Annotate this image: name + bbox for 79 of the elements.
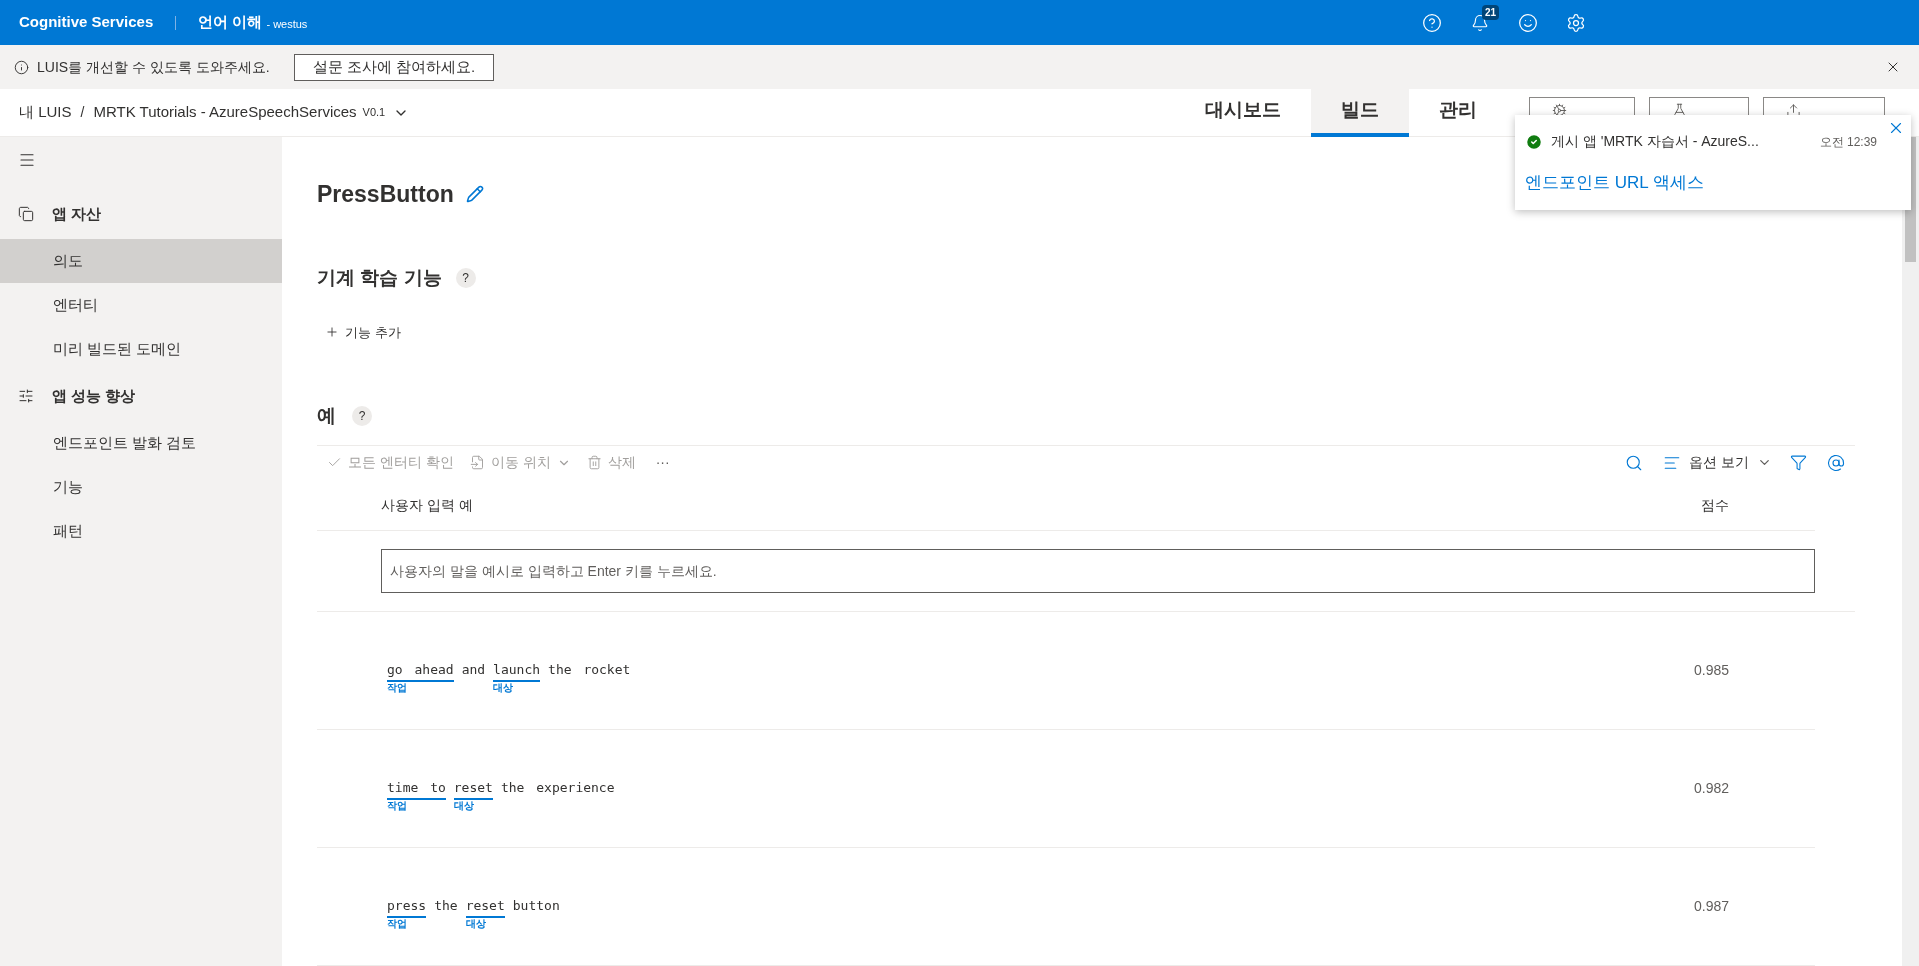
upload-icon	[1786, 103, 1801, 118]
entity-underline	[387, 679, 454, 682]
success-icon	[1525, 132, 1543, 151]
utterance-input[interactable]: 사용자의 말을 예시로 입력하고 Enter 키를 누르세요.	[381, 549, 1815, 593]
plus-icon	[325, 325, 339, 340]
entity-label[interactable]: 작업	[387, 681, 454, 694]
utterance-text: button	[512, 897, 560, 915]
section-heading: 예	[317, 404, 336, 428]
menu-icon[interactable]	[18, 151, 36, 169]
sidebar-item[interactable]: 미리 빌드된 도메인	[0, 327, 282, 371]
sidebar-item[interactable]: 엔드포인트 발화 검토	[0, 421, 282, 465]
view-options-button[interactable]: 옵션 보기	[1663, 452, 1772, 474]
trash-icon	[586, 455, 602, 471]
sidebar-item[interactable]: 의도	[0, 239, 282, 283]
entity-label[interactable]: 대상	[453, 799, 493, 812]
breadcrumb-link[interactable]: 내 LUIS	[19, 101, 72, 124]
brand-title[interactable]: Cognitive Services	[19, 11, 154, 34]
smiley-icon[interactable]	[1518, 12, 1538, 33]
more-button[interactable]: ···	[655, 452, 670, 474]
search-icon[interactable]	[1625, 453, 1644, 472]
gears-icon	[1552, 103, 1567, 118]
notification-time: 오전 12:39	[1819, 133, 1877, 151]
sidebar-item[interactable]: 패턴	[0, 509, 282, 553]
entity-underline	[493, 679, 541, 682]
service-title[interactable]: 언어 이해	[198, 11, 263, 34]
entity-underline	[465, 915, 505, 918]
score-text: 0.985	[1693, 661, 1729, 680]
section-icon	[18, 206, 34, 222]
add-feature-button[interactable]: 기능 추가	[325, 322, 401, 342]
utterance-text: launch	[493, 661, 541, 679]
at-sign-icon[interactable]	[1827, 453, 1845, 472]
document-icon	[469, 455, 485, 471]
section-title[interactable]: 앱 자산	[52, 202, 102, 226]
flask-icon	[1672, 103, 1687, 118]
entity-label[interactable]: 작업	[387, 799, 446, 812]
column-header: 사용자 입력 예	[381, 495, 474, 515]
help-icon[interactable]	[1422, 12, 1442, 33]
entity-underline	[387, 915, 427, 918]
column-header: 점수	[1701, 495, 1729, 515]
utterance-text: the experience	[500, 779, 615, 797]
intent-title: PressButton	[317, 179, 454, 209]
utterance-text: time to	[387, 779, 446, 797]
entity-underline	[453, 797, 493, 800]
survey-message: LUIS를 개선할 수 있도록 도와주세요.	[37, 57, 270, 77]
sidebar-item[interactable]: 기능	[0, 465, 282, 509]
entity-label[interactable]: 대상	[493, 681, 541, 694]
survey-button[interactable]: 설문 조사에 참여하세요.	[293, 53, 495, 81]
utterance-text: the rocket	[548, 661, 631, 679]
utterance-text: the	[434, 897, 458, 915]
section-heading: 기계 학습 기능	[317, 266, 442, 290]
version-text: V0.1	[362, 105, 386, 121]
region-text: - westus	[266, 16, 308, 32]
nav-tab[interactable]: 관리	[1409, 88, 1507, 137]
utterance-text: reset	[453, 779, 493, 797]
notification-message: 게시 앱 'MRTK 자습서 - AzureS...	[1551, 132, 1760, 151]
help-badge[interactable]: ?	[455, 268, 476, 289]
notification-count: 21	[1482, 4, 1500, 20]
utterance-text: and	[461, 661, 486, 679]
score-text: 0.987	[1693, 897, 1729, 916]
utterance-text: go ahead	[387, 661, 454, 679]
breadcrumb-separator: /	[80, 103, 85, 122]
help-badge[interactable]: ?	[352, 406, 372, 427]
utterance-text: reset	[465, 897, 505, 915]
edit-icon[interactable]	[465, 185, 484, 203]
nav-tab[interactable]: 빌드	[1311, 88, 1409, 137]
entity-underline	[387, 797, 446, 800]
nav-tab[interactable]: 대시보드	[1175, 88, 1311, 137]
sidebar-item[interactable]: 엔터티	[0, 283, 282, 327]
entity-label[interactable]: 작업	[387, 917, 427, 930]
section-title[interactable]: 앱 성능 향상	[52, 384, 136, 408]
app-name[interactable]: MRTK Tutorials - AzureSpeechServices	[93, 101, 357, 124]
filter-icon[interactable]	[1790, 454, 1807, 472]
entity-label[interactable]: 대상	[465, 917, 505, 930]
endpoint-link[interactable]: 엔드포인트 URL 액세스	[1525, 170, 1704, 196]
settings-icon[interactable]	[1566, 12, 1586, 33]
utterance-text: press	[387, 897, 427, 915]
info-icon	[14, 59, 29, 75]
score-text: 0.982	[1693, 779, 1729, 798]
section-icon	[18, 388, 34, 404]
